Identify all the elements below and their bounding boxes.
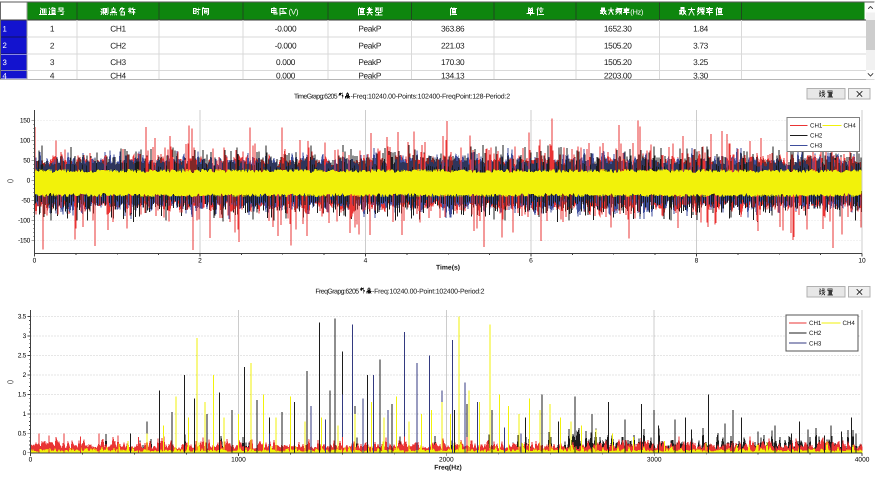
svg-text:-100: -100 [18, 217, 31, 224]
svg-text:2: 2 [3, 41, 7, 50]
svg-text:1505.20: 1505.20 [604, 57, 632, 67]
svg-text:363.86: 363.86 [441, 23, 465, 33]
svg-text:3: 3 [3, 58, 7, 67]
svg-text:CH3: CH3 [110, 57, 126, 67]
svg-text:CH1: CH1 [810, 123, 823, 130]
svg-text:0: 0 [29, 457, 33, 464]
svg-text:Freq(Hz): Freq(Hz) [434, 465, 462, 472]
svg-text:1.5: 1.5 [18, 392, 27, 399]
svg-text:221.03: 221.03 [441, 40, 465, 50]
svg-text:50: 50 [23, 157, 30, 164]
svg-text:CH4: CH4 [110, 71, 126, 81]
svg-text:PeakP: PeakP [358, 23, 382, 33]
svg-text:CH2: CH2 [110, 40, 126, 50]
svg-text:0: 0 [33, 258, 37, 265]
svg-text:CH2: CH2 [810, 133, 823, 140]
svg-text:3: 3 [50, 57, 55, 67]
svg-text:2000: 2000 [439, 457, 454, 464]
svg-text:-150: -150 [18, 237, 31, 244]
svg-text:150: 150 [20, 117, 31, 124]
svg-text:CH3: CH3 [810, 143, 823, 150]
svg-text:CH3: CH3 [809, 340, 822, 347]
svg-text:4: 4 [364, 258, 368, 265]
svg-text:1505.20: 1505.20 [604, 40, 632, 50]
svg-text:2203.00: 2203.00 [604, 71, 632, 81]
svg-text:1000: 1000 [231, 457, 246, 464]
svg-text:1.84: 1.84 [693, 23, 708, 33]
svg-text:3.5: 3.5 [18, 314, 27, 321]
svg-text:-0.000: -0.000 [275, 23, 297, 33]
svg-text:CH1: CH1 [809, 320, 822, 327]
svg-text:4000: 4000 [855, 457, 870, 464]
svg-text:100: 100 [20, 137, 31, 144]
svg-text:-0.000: -0.000 [275, 40, 297, 50]
svg-text:(Hz): (Hz) [630, 7, 643, 16]
svg-text:2.5: 2.5 [18, 353, 27, 360]
svg-text:3000: 3000 [647, 457, 662, 464]
svg-text:(): () [7, 380, 14, 384]
svg-text:TimeGrapg:6205: TimeGrapg:6205 [294, 93, 338, 101]
svg-text:1652.30: 1652.30 [604, 23, 632, 33]
svg-text:FreqGrapg:6205: FreqGrapg:6205 [315, 289, 359, 296]
svg-text:3.25: 3.25 [693, 57, 708, 67]
svg-text:-Freq:10240.00-Points:102400-F: -Freq:10240.00-Points:102400-FreqPoint:1… [351, 93, 511, 101]
svg-text:Time(s): Time(s) [436, 265, 460, 272]
svg-text:3.30: 3.30 [693, 71, 708, 81]
svg-text:PeakP: PeakP [358, 71, 382, 81]
svg-text:6: 6 [529, 258, 533, 265]
svg-text:PeakP: PeakP [358, 57, 382, 67]
svg-text:CH4: CH4 [844, 123, 857, 130]
svg-text:134.13: 134.13 [441, 71, 465, 81]
svg-text:3.73: 3.73 [693, 40, 708, 50]
svg-text:CH1: CH1 [110, 23, 126, 33]
svg-text:PeakP: PeakP [358, 40, 382, 50]
svg-text:-Freq:10240.00-Point:102400-Pe: -Freq:10240.00-Point:102400-Period:2 [372, 288, 485, 296]
svg-text:0.000: 0.000 [276, 57, 296, 67]
svg-text:-50: -50 [21, 197, 30, 204]
svg-text:2: 2 [198, 258, 202, 265]
svg-text:(): () [7, 179, 14, 183]
svg-text:1: 1 [3, 24, 7, 33]
svg-text:4: 4 [50, 71, 55, 81]
svg-text:0.5: 0.5 [18, 431, 27, 438]
svg-text:CH2: CH2 [809, 330, 822, 337]
svg-text:1: 1 [50, 23, 55, 33]
svg-text:CH4: CH4 [843, 320, 856, 327]
svg-text:8: 8 [695, 258, 699, 265]
svg-text:0.000: 0.000 [276, 71, 296, 81]
svg-text:2: 2 [50, 40, 55, 50]
svg-text:170.30: 170.30 [441, 57, 465, 67]
svg-text:10: 10 [858, 258, 866, 265]
svg-text:(V): (V) [289, 7, 299, 16]
